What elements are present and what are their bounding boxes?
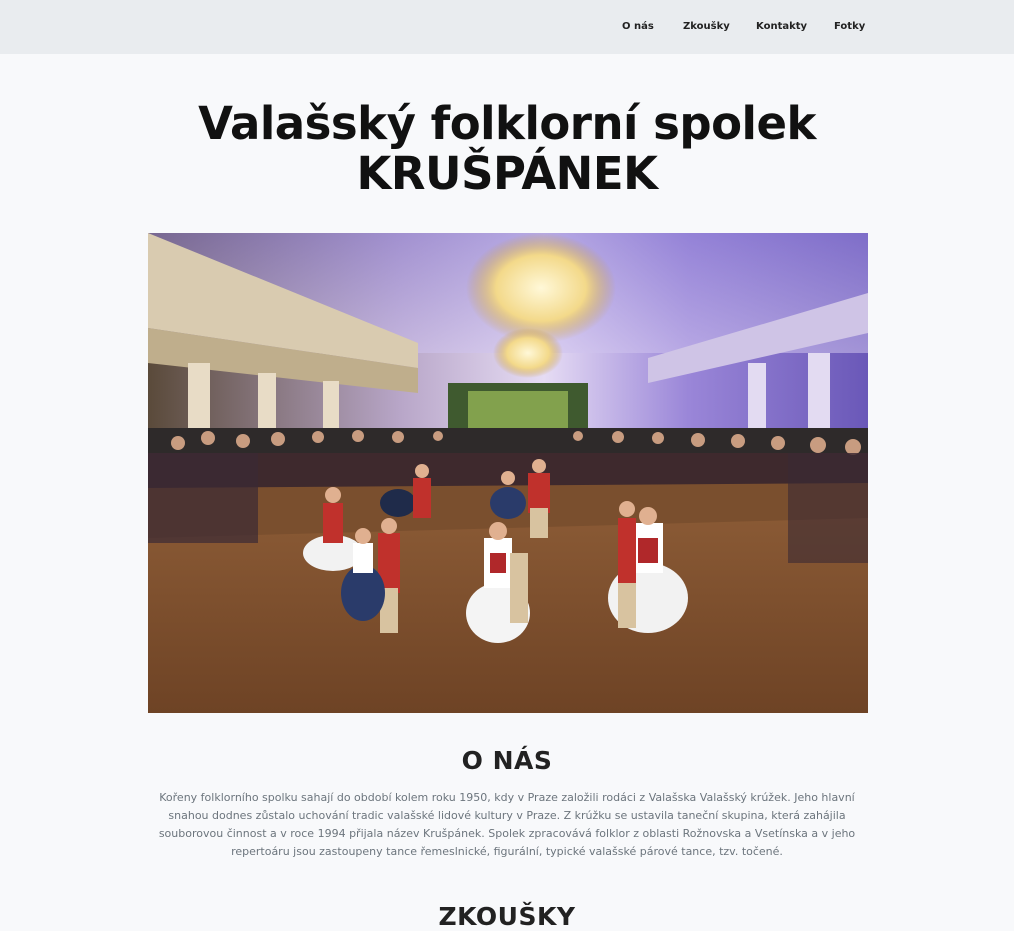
nav-item-o-nas[interactable]: O nás (622, 21, 654, 32)
about-text: Kořeny folklorního spolku sahají do obdo… (158, 791, 856, 858)
rehearsals-heading: ZKOUŠKY (438, 902, 576, 931)
page-title: Valašský folklorní spolek KRUŠPÁNEK (0, 99, 1014, 199)
ballroom-photo-illustration (148, 233, 868, 713)
nav-item-kontakty[interactable]: Kontakty (756, 21, 807, 32)
nav-item-fotky[interactable]: Fotky (834, 21, 865, 32)
top-navbar: O nás Zkoušky Kontakty Fotky (0, 0, 1014, 54)
nav-item-zkousky[interactable]: Zkoušky (683, 21, 730, 32)
page-title-line1: Valašský folklorní spolek (198, 97, 816, 150)
hero-photo (148, 233, 868, 713)
about-heading: O NÁS (461, 746, 553, 775)
page-title-line2: KRUŠPÁNEK (356, 147, 658, 200)
